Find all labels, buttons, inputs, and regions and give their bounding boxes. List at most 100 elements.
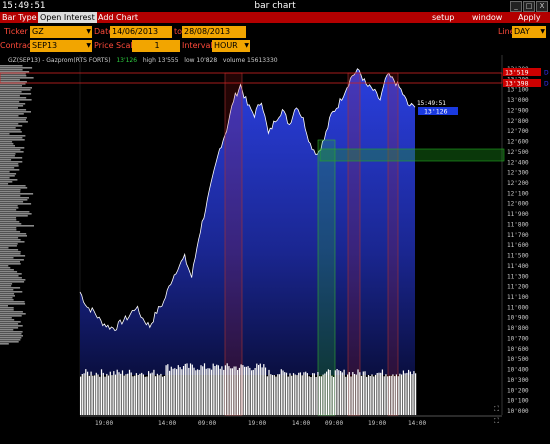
volume-profile-bar — [0, 127, 16, 129]
volume-profile-bar — [0, 245, 17, 247]
close-button[interactable]: X — [536, 1, 548, 12]
volume-bar — [256, 363, 258, 415]
line-select[interactable]: DAY ▼ — [512, 26, 546, 38]
volume-profile-bar — [0, 121, 28, 123]
volume-profile-bar — [0, 173, 17, 175]
volume-bar — [320, 376, 323, 415]
y-tick-label: 11'100 — [507, 294, 529, 301]
interval-label: Interval — [182, 41, 213, 50]
volume-profile-bar — [0, 293, 15, 295]
volume-bar — [113, 371, 115, 415]
volume-profile-bar — [0, 135, 26, 137]
minimize-button[interactable]: _ — [510, 1, 522, 12]
price-chart[interactable]: 13'30013'20013'10013'00012'90012'80012'7… — [0, 55, 550, 440]
y-tick-label: 11'800 — [507, 222, 529, 229]
y-tick-label: 12'200 — [507, 180, 529, 187]
volume-bar — [172, 368, 174, 415]
menu-add-chart[interactable]: Add Chart — [98, 12, 138, 23]
volume-bar — [364, 371, 366, 415]
y-tick-label: 10'200 — [507, 387, 529, 394]
volume-bar — [212, 363, 214, 415]
volume-bar — [334, 370, 336, 415]
volume-bar — [238, 367, 241, 415]
volume-bar — [378, 372, 380, 415]
menu-open-interest[interactable]: Open Interest — [38, 12, 97, 23]
volume-profile-bar — [0, 309, 14, 311]
volume-bar — [345, 376, 347, 415]
apply-button[interactable]: Apply — [518, 12, 541, 23]
volume-profile-bar — [0, 269, 14, 271]
volume-bar — [315, 377, 317, 415]
volume-profile-bar — [0, 233, 27, 235]
volume-bar — [141, 372, 143, 415]
volume-bar — [284, 372, 286, 415]
volume-bar — [287, 376, 289, 415]
volume-profile-bar — [0, 77, 34, 79]
contract-value: SEP13 — [32, 41, 58, 50]
y-tick-label: 11'000 — [507, 304, 529, 311]
volume-profile-bar — [0, 177, 10, 179]
volume-bar — [163, 376, 166, 415]
chart-resize-handle[interactable]: ⛶ ⛶ — [494, 405, 499, 425]
ticker-select[interactable]: GZ ▼ — [30, 26, 92, 38]
volume-profile-bar — [0, 275, 19, 277]
volume-bar — [258, 365, 260, 415]
volume-bar — [359, 372, 361, 415]
volume-bar — [165, 365, 167, 415]
volume-profile-bar — [0, 297, 13, 299]
date-from-input[interactable]: 14/06/2013 — [110, 26, 172, 38]
volume-profile-bar — [0, 251, 21, 253]
interval-value: HOUR — [214, 41, 238, 50]
volume-profile-bar — [0, 207, 19, 209]
volume-bar — [313, 373, 316, 415]
volume-bar — [142, 374, 145, 415]
volume-bar — [203, 363, 206, 415]
volume-profile-bar — [0, 133, 10, 135]
volume-profile-bar — [0, 257, 14, 259]
volume-bar — [181, 369, 183, 415]
menu-window[interactable]: window — [472, 12, 502, 23]
maximize-button[interactable]: □ — [523, 1, 535, 12]
volume-bar — [148, 371, 150, 415]
volume-bar — [413, 371, 415, 415]
volume-profile-bar — [0, 69, 23, 71]
volume-profile-bar — [0, 277, 22, 279]
y-tick-label: 12'600 — [507, 139, 529, 146]
x-tick-label: 14:00 — [158, 420, 176, 427]
volume-bar — [306, 373, 309, 415]
date-to-input[interactable]: 28/08/2013 — [182, 26, 246, 38]
volume-profile-bar — [0, 131, 22, 133]
volume-bar — [380, 372, 382, 415]
volume-profile-bar — [0, 91, 22, 93]
volume-bar — [235, 366, 237, 415]
y-tick-label: 12'400 — [507, 159, 529, 166]
x-tick-label: 14:00 — [408, 420, 426, 427]
x-tick-label: 19:00 — [95, 420, 113, 427]
volume-profile-bar — [0, 341, 19, 343]
volume-bar — [282, 370, 284, 415]
volume-bar — [202, 366, 204, 415]
volume-bar — [162, 376, 164, 415]
volume-profile-bar — [0, 319, 15, 321]
menu-bar: Bar Type Open Interest Add Chart setup w… — [0, 12, 550, 23]
volume-bar — [156, 373, 159, 415]
interval-select[interactable]: HOUR ▼ — [212, 40, 250, 52]
volume-profile-bar — [0, 99, 32, 101]
contract-select[interactable]: SEP13 ▼ — [30, 40, 92, 52]
price-scale-input[interactable]: 1 — [132, 40, 180, 52]
volume-profile-bar — [0, 265, 9, 267]
chevron-down-icon: ▼ — [540, 28, 545, 35]
volume-profile-bar — [0, 109, 27, 111]
menu-setup[interactable]: setup — [432, 12, 454, 23]
volume-bar — [100, 369, 103, 415]
y-tick-label: 12'800 — [507, 118, 529, 125]
volume-bar — [200, 365, 202, 415]
price-area — [80, 68, 415, 376]
volume-profile-bar — [0, 321, 21, 323]
volume-profile-bar — [0, 239, 21, 241]
chart-area[interactable]: 13'30013'20013'10013'00012'90012'80012'7… — [0, 55, 550, 440]
menu-bar-type[interactable]: Bar Type — [2, 12, 37, 23]
volume-bar — [111, 375, 113, 415]
volume-profile-bar — [0, 223, 22, 225]
volume-bar — [233, 366, 235, 415]
